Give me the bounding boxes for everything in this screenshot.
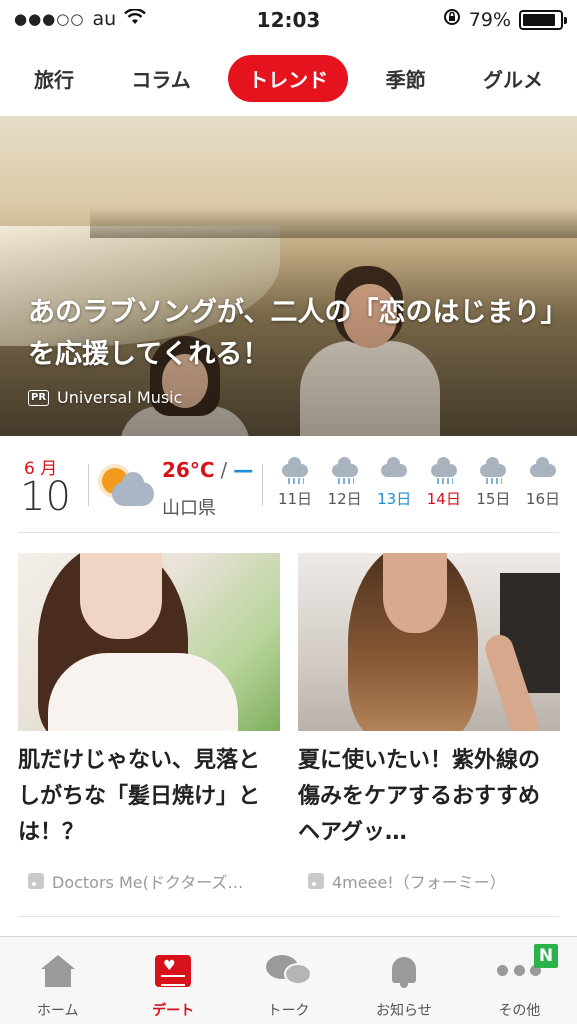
divider <box>18 916 559 917</box>
article-title: 肌だけじゃない、見落としがちな「髪日焼け」とは！？ <box>18 748 261 845</box>
tab-season[interactable]: 季節 <box>366 55 446 102</box>
weather-prefecture: 山口県 <box>162 498 216 519</box>
article-source: 4meee!（フォーミー） <box>308 869 506 893</box>
sun-cloud-icon <box>96 460 156 512</box>
divider <box>88 464 89 506</box>
nav-label: ホーム <box>36 1003 79 1019</box>
category-tabs: 旅行 コラム トレンド 季節 グルメ <box>0 52 577 104</box>
rss-icon <box>308 873 324 889</box>
battery-icon <box>519 9 567 30</box>
nav-label: トーク <box>267 1003 310 1019</box>
forecast-day: 14日 <box>423 456 465 509</box>
tab-gourmet[interactable]: グルメ <box>463 55 563 102</box>
nav-home[interactable]: ホーム <box>0 937 115 1024</box>
article-source-name: Doctors Me(ドクターズ… <box>52 873 244 892</box>
cloud-icon <box>373 456 415 486</box>
cloud-rain-icon <box>274 456 316 486</box>
article-source-name: 4meee!（フォーミー） <box>332 873 506 892</box>
home-icon <box>40 955 75 989</box>
forecast-day: 16日 <box>522 456 564 509</box>
forecast-day-label: 12日 <box>327 490 362 508</box>
forecast-day: 15日 <box>472 456 514 509</box>
hero-title: あのラブソングが、二人の「恋のはじまり」を応援してくれる！ <box>28 297 554 370</box>
temp-low: — <box>233 458 254 482</box>
tab-column[interactable]: コラム <box>111 55 210 102</box>
nav-more[interactable]: その他 <box>462 937 577 1024</box>
forecast-day: 13日 <box>373 456 415 509</box>
temp-high: 26°C <box>162 458 215 482</box>
article-source: Doctors Me(ドクターズ… <box>28 869 243 893</box>
hero-banner[interactable]: あのラブソングが、二人の「恋のはじまり」を応援してくれる！ PR Univers… <box>0 116 577 436</box>
forecast-day-label: 16日 <box>525 490 561 508</box>
forecast-day-label: 15日 <box>476 490 511 508</box>
article-card[interactable]: 肌だけじゃない、見落としがちな「髪日焼け」とは！？ Doctors Me(ドクタ… <box>18 553 280 892</box>
nav-date[interactable]: デート <box>115 937 230 1024</box>
sponsor-name: Universal Music <box>57 388 183 407</box>
rotation-lock-icon <box>443 8 461 31</box>
divider <box>18 532 559 533</box>
article-title: 夏に使いたい！紫外線の傷みをケアするおすすめヘアグッ… <box>298 748 541 845</box>
new-badge: N <box>534 944 558 968</box>
article-card[interactable]: 夏に使いたい！紫外線の傷みをケアするおすすめヘアグッ… 4meee!（フォーミー… <box>298 553 560 892</box>
nav-label: デート <box>152 1003 195 1019</box>
bottom-nav: ホーム デート トーク お知らせ その他 <box>0 936 577 1024</box>
nav-label: お知らせ <box>376 1003 432 1019</box>
article-thumbnail <box>18 553 280 731</box>
status-bar: ●●●○○ au 12:03 79% <box>0 0 577 40</box>
date-icon <box>155 955 192 987</box>
tab-trend[interactable]: トレンド <box>228 54 349 102</box>
weather-widget[interactable]: 6 月 10 26°C / — 山口県 11日 12日 13日 14日 15日 <box>0 446 577 534</box>
cloud-icon <box>522 456 564 486</box>
forecast-day-label: 11日 <box>277 490 313 508</box>
nav-notifications[interactable]: お知らせ <box>346 937 461 1024</box>
temp-separator: / <box>220 458 228 482</box>
weather-forecast: 11日 12日 13日 14日 15日 16日 <box>274 456 564 509</box>
divider <box>262 464 263 506</box>
rss-icon <box>28 873 44 889</box>
weather-day: 10 <box>20 474 71 520</box>
hero-sponsor: PR Universal Music <box>28 388 182 407</box>
pr-badge-icon: PR <box>28 389 50 406</box>
battery-percent: 79% <box>468 8 511 31</box>
forecast-day-label: 13日 <box>377 490 412 508</box>
forecast-day: 11日 <box>274 456 316 509</box>
cloud-rain-icon <box>472 456 514 486</box>
nav-label: その他 <box>498 1003 541 1019</box>
bell-icon <box>389 955 419 989</box>
article-thumbnail <box>298 553 560 731</box>
talk-icon <box>265 955 312 987</box>
cloud-rain-icon <box>423 456 465 486</box>
cloud-rain-icon <box>324 456 366 486</box>
weather-temperature: 26°C / — <box>162 458 253 482</box>
forecast-day: 12日 <box>324 456 366 509</box>
tab-travel[interactable]: 旅行 <box>14 55 94 102</box>
status-right: 79% <box>443 8 567 31</box>
nav-talk[interactable]: トーク <box>231 937 346 1024</box>
forecast-day-label: 14日 <box>426 490 461 508</box>
